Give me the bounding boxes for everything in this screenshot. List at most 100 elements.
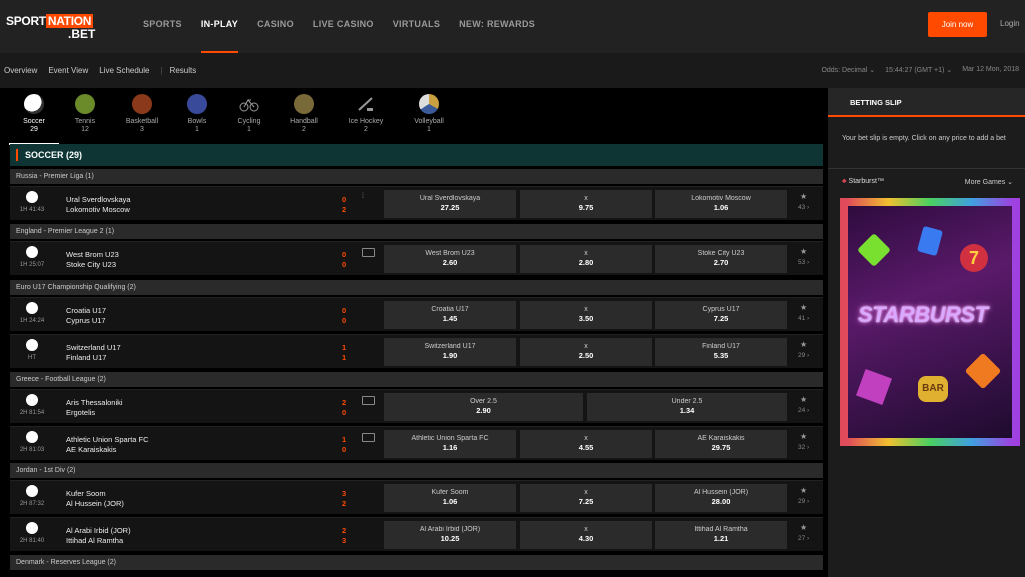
more-markets-link[interactable]: 27 › [798,535,809,542]
subnav-overview[interactable]: Overview [4,66,37,75]
more-markets-link[interactable]: 24 › [798,407,809,414]
more-markets-link[interactable]: 53 › [798,259,809,266]
sport-tab-handball[interactable]: Handball 2 [279,94,329,134]
live-stream-icon[interactable] [362,396,375,405]
league-header[interactable]: Greece - Football League (2) [10,372,823,387]
cherry-icon: ♣ [842,178,847,185]
more-markets-link[interactable]: 29 › [798,498,809,505]
nav-sports[interactable]: SPORTS [143,0,182,53]
match-time: 2H 81:40 [19,538,45,544]
more-markets-link[interactable]: 29 › [798,352,809,359]
match-time: 1H 24:24 [19,318,45,324]
odds-draw-button[interactable]: x 9.75 [520,190,652,218]
stats-icon[interactable]: ⁞ [362,193,375,202]
favourite-star-icon[interactable]: ★ [800,340,807,349]
logo-text-bet: .BET [68,27,96,41]
odds-home-button[interactable]: West Brom U23 2.60 [384,245,516,273]
odds-format-select[interactable]: Odds: Decimal ⌄ [821,66,875,74]
timezone-select[interactable]: 15:44:27 (GMT +1) ⌄ [885,66,952,74]
nav-casino[interactable]: CASINO [257,0,294,53]
match-row[interactable]: 2H 87:32 Kufer Soom Al Hussein (JOR) 3 2… [10,480,823,514]
favourite-star-icon[interactable]: ★ [800,486,807,495]
settings-bar: Odds: Decimal ⌄ 15:44:27 (GMT +1) ⌄ Mar … [811,66,1019,74]
odds-away-button[interactable]: Ittihad Al Ramtha 1.21 [655,521,787,549]
subnav-live-schedule[interactable]: Live Schedule [99,66,149,75]
odds-home-button[interactable]: Switzerland U17 1.90 [384,338,516,366]
favourite-star-icon[interactable]: ★ [800,247,807,256]
odds-label: Croatia U17 [431,306,469,313]
subnav-results[interactable]: Results [170,66,197,75]
bicycle-icon [239,94,259,114]
odds-home-button[interactable]: Al Arabi Irbid (JOR) 10.25 [384,521,516,549]
login-link[interactable]: Login [1000,19,1020,28]
odds-draw-button[interactable]: x 4.55 [520,430,652,458]
live-stream-icon[interactable] [362,433,375,442]
more-markets-link[interactable]: 43 › [798,204,809,211]
more-markets-link[interactable]: 41 › [798,315,809,322]
match-row[interactable]: 2H 81:03 Athletic Union Sparta FC AE Kar… [10,426,823,460]
match-row[interactable]: 1H 41:43 Ural Sverdlovskaya Lokomotiv Mo… [10,186,823,220]
nav-rewards[interactable]: NEW: REWARDS [459,0,535,53]
subnav-event-view[interactable]: Event View [48,66,88,75]
match-time: 2H 81:54 [19,410,45,416]
league-header[interactable]: England - Premier League 2 (1) [10,224,823,239]
home-score: 0 [342,250,347,259]
odds-label: Ittihad Al Ramtha [694,526,748,533]
more-markets-link[interactable]: 32 › [798,444,809,451]
odds-draw-button[interactable]: x 2.80 [520,245,652,273]
league-header[interactable]: Russia - Premier Liga (1) [10,169,823,184]
sport-tab-tennis[interactable]: Tennis 12 [60,94,110,134]
favourite-star-icon[interactable]: ★ [800,303,807,312]
odds-home-button[interactable]: Croatia U17 1.45 [384,301,516,329]
odds-away-button[interactable]: Cyprus U17 7.25 [655,301,787,329]
odds-draw-button[interactable]: x 7.25 [520,484,652,512]
sportnation-logo[interactable]: SPORT NATION .BET [6,14,98,41]
favourite-star-icon[interactable]: ★ [800,395,807,404]
sport-tab-bowls[interactable]: Bowls 1 [172,94,222,134]
match-row[interactable]: HT Switzerland U17 Finland U17 1 1 Switz… [10,334,823,368]
odds-price: 1.16 [442,443,458,452]
odds-home-button[interactable]: Kufer Soom 1.06 [384,484,516,512]
more-games-dropdown[interactable]: More Games ⌄ [965,178,1013,186]
odds-away-button[interactable]: Al Hussein (JOR) 28.00 [655,484,787,512]
nav-virtuals[interactable]: VIRTUALS [393,0,440,53]
match-row[interactable]: 1H 25:07 West Brom U23 Stoke City U23 0 … [10,241,823,275]
odds-home-button[interactable]: Athletic Union Sparta FC 1.16 [384,430,516,458]
odds-over-button[interactable]: Over 2.5 2.90 [384,393,583,421]
odds-home-button[interactable]: Ural Sverdlovskaya 27.25 [384,190,516,218]
league-header[interactable]: Euro U17 Championship Qualifying (2) [10,280,823,295]
away-score: 2 [342,499,347,508]
odds-away-button[interactable]: Stoke City U23 2.70 [655,245,787,273]
odds-draw-button[interactable]: x 2.50 [520,338,652,366]
favourite-star-icon[interactable]: ★ [800,192,807,201]
odds-away-button[interactable]: Finland U17 5.35 [655,338,787,366]
nav-live-casino[interactable]: LIVE CASINO [313,0,374,53]
sport-tab-soccer[interactable]: Soccer 29 [9,94,59,145]
sport-tab-ice-hockey[interactable]: Ice Hockey 2 [341,94,391,134]
odds-draw-button[interactable]: x 3.50 [520,301,652,329]
favourite-star-icon[interactable]: ★ [800,523,807,532]
join-now-button[interactable]: Join now [928,12,987,37]
odds-label: x [584,250,588,257]
sport-tab-basketball[interactable]: Basketball 3 [117,94,167,134]
favourite-star-icon[interactable]: ★ [800,432,807,441]
match-row[interactable]: 2H 81:40 Al Arabi Irbid (JOR) Ittihad Al… [10,517,823,551]
league-header[interactable]: Denmark - Reserves League (2) [10,555,823,570]
live-stream-icon[interactable] [362,248,375,257]
odds-price: 7.25 [578,497,594,506]
sport-tab-cycling[interactable]: Cycling 1 [224,94,274,134]
nav-in-play[interactable]: IN-PLAY [200,0,239,53]
odds-label: x [584,435,588,442]
home-team: West Brom U23 [66,250,119,259]
away-score: 2 [342,205,347,214]
odds-away-button[interactable]: Lokomotiv Moscow 1.06 [655,190,787,218]
odds-draw-button[interactable]: x 4.30 [520,521,652,549]
soccer-ball-icon [26,394,38,406]
league-header[interactable]: Jordan - 1st Div (2) [10,463,823,478]
starburst-promo-banner[interactable]: 7 STARBURST BAR [840,198,1020,446]
sport-tab-volleyball[interactable]: Volleyball 1 [404,94,454,134]
match-row[interactable]: 2H 81:54 Aris Thessaloniki Ergotelis 2 0… [10,389,823,423]
match-row[interactable]: 1H 24:24 Croatia U17 Cyprus U17 0 0 Croa… [10,297,823,331]
odds-under-button[interactable]: Under 2.5 1.34 [587,393,787,421]
odds-away-button[interactable]: AE Karaiskakis 29.75 [655,430,787,458]
